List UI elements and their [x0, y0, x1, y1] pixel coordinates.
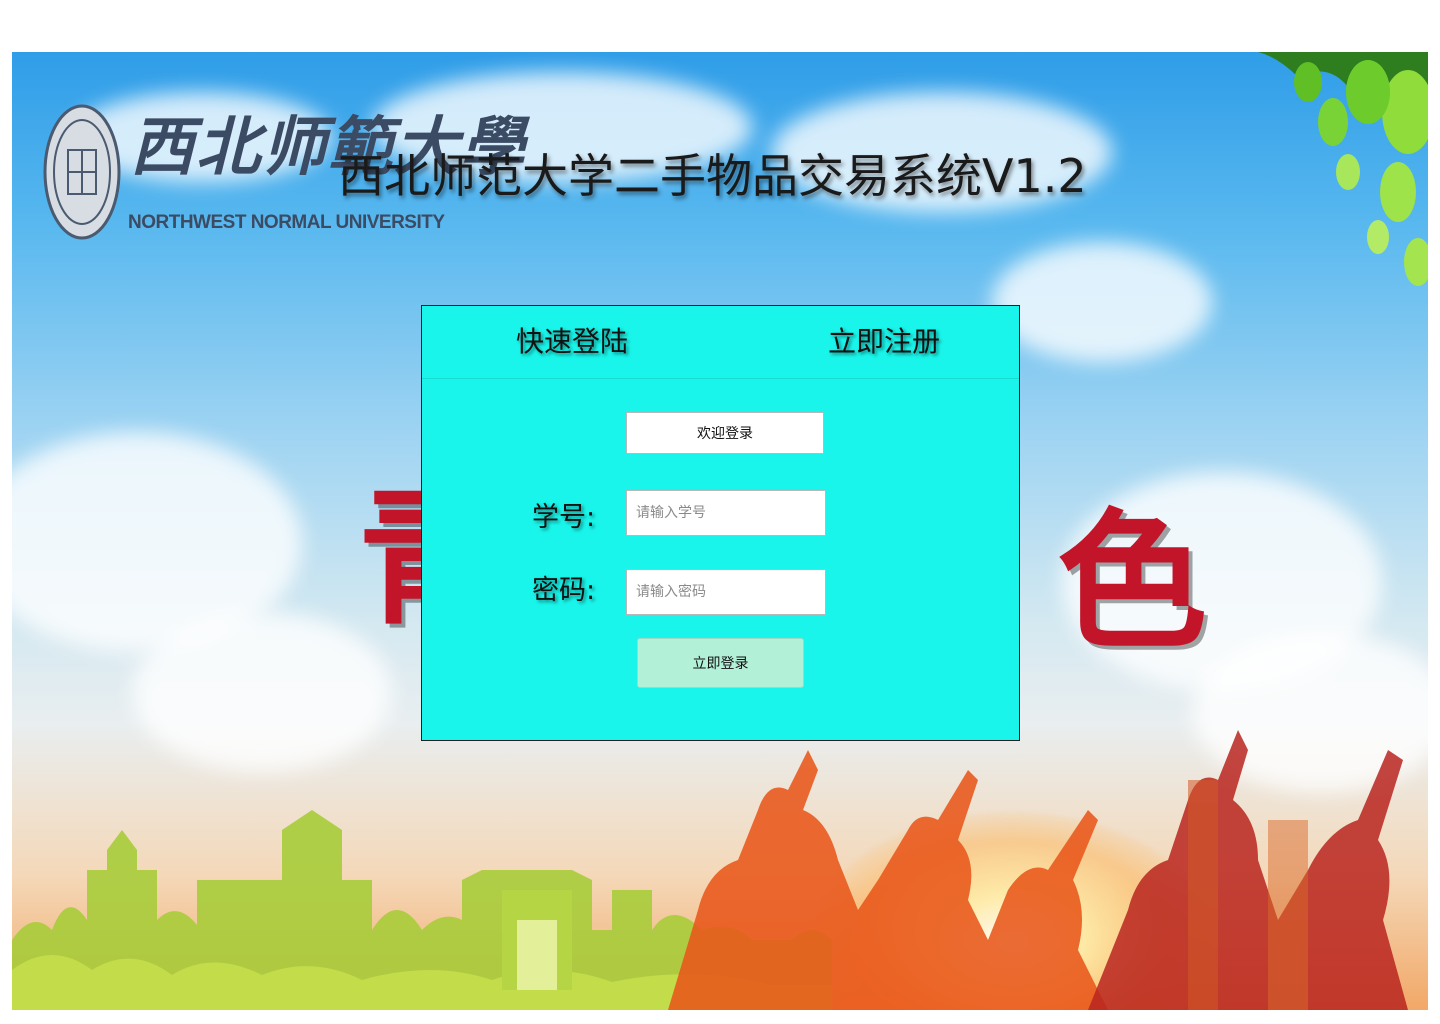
university-english-name: NORTHWEST NORMAL UNIVERSITY [128, 212, 445, 233]
background-banner: 青 色 西北师範大學 NORTHWEST NORMAL UNIVERSITY 西… [12, 52, 1428, 1010]
login-tabs: 快速登陆 立即注册 [422, 306, 1019, 379]
student-id-input[interactable] [626, 490, 826, 536]
tree-leaves [1258, 52, 1428, 286]
password-input[interactable] [626, 569, 826, 615]
student-id-label: 学号: [532, 502, 596, 533]
login-submit-button[interactable]: 立即登录 [637, 638, 804, 688]
login-panel: 快速登陆 立即注册 欢迎登录 学号: 密码: 立即登录 [421, 305, 1020, 741]
tab-quick-login[interactable]: 快速登陆 [516, 320, 628, 360]
banner-right-char: 色 [1057, 494, 1208, 670]
page-title: 西北师范大学二手物品交易系统V1.2 [338, 149, 1087, 203]
people-silhouettes [668, 730, 1408, 1010]
password-label: 密码: [532, 575, 596, 606]
university-seal-icon [43, 104, 121, 240]
tab-register[interactable]: 立即注册 [828, 320, 940, 360]
welcome-label: 欢迎登录 [626, 412, 824, 454]
cloud-shape [132, 612, 392, 772]
